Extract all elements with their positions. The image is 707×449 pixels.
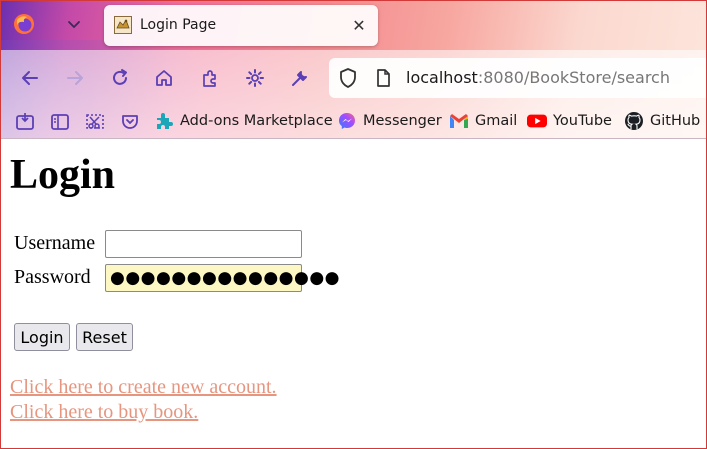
home-button[interactable] (149, 63, 179, 93)
bookmark-addons-marketplace[interactable]: Add-ons Marketplace (154, 109, 333, 133)
url-path: :8080/BookStore/search (477, 68, 670, 87)
bookmark-messenger[interactable]: Messenger (337, 109, 442, 133)
reload-icon (113, 69, 127, 85)
screenshot-icon[interactable] (83, 110, 107, 134)
firefox-logo-icon[interactable] (12, 12, 36, 36)
browser-chrome: Login Page ✕ localhost:8080/BookStore/se… (0, 0, 707, 138)
youtube-icon (527, 111, 547, 131)
bookmark-label: GitHub (650, 113, 701, 129)
arrow-left-icon (22, 71, 38, 85)
tomcat-favicon-icon (114, 16, 132, 34)
url-text[interactable]: localhost:8080/BookStore/search (406, 68, 670, 87)
reset-button[interactable]: Reset (76, 323, 133, 351)
page-icon[interactable] (373, 68, 393, 88)
addons-puzzle-icon (154, 111, 174, 131)
pocket-icon[interactable] (118, 110, 142, 134)
shield-icon[interactable] (337, 67, 359, 89)
address-bar[interactable]: localhost:8080/BookStore/search (329, 58, 707, 98)
puzzle-icon (203, 70, 216, 87)
page-content: Login Username Password ●●●●●●●●●●●●●●● … (0, 139, 707, 449)
developer-tools-button[interactable] (285, 63, 315, 93)
bookmark-label: Add-ons Marketplace (180, 113, 333, 129)
bookmark-gmail[interactable]: Gmail (449, 109, 517, 133)
forward-button[interactable] (60, 63, 90, 93)
reload-button[interactable] (105, 63, 135, 93)
url-host: localhost (406, 68, 478, 87)
gmail-icon (449, 111, 469, 131)
username-label: Username (14, 232, 96, 254)
tab-title: Login Page (140, 17, 217, 33)
password-field[interactable]: ●●●●●●●●●●●●●●● (105, 264, 340, 292)
github-icon (624, 111, 644, 131)
gear-icon (246, 69, 264, 87)
buy-book-link[interactable]: Click here to buy book. (10, 401, 198, 424)
bookmark-github[interactable]: GitHub (624, 109, 700, 133)
username-field[interactable] (105, 230, 302, 258)
chevron-down-icon (68, 21, 80, 29)
bookmark-label: Gmail (475, 113, 518, 129)
settings-button[interactable] (240, 63, 270, 93)
messenger-icon (337, 111, 357, 131)
bookmark-youtube[interactable]: YouTube (527, 109, 612, 133)
tab-login-page[interactable]: Login Page ✕ (104, 5, 378, 46)
list-all-tabs-button[interactable] (58, 10, 90, 40)
home-icon (156, 70, 172, 86)
import-bookmarks-icon[interactable] (13, 110, 37, 134)
login-button[interactable]: Login (14, 323, 70, 351)
bookmark-label: YouTube (553, 113, 612, 129)
sidebar-icon[interactable] (48, 110, 72, 134)
wrench-icon (292, 71, 307, 86)
page-title: Login (10, 152, 116, 198)
extensions-button[interactable] (195, 63, 225, 93)
back-button[interactable] (15, 63, 45, 93)
bookmark-label: Messenger (363, 113, 442, 129)
arrow-right-icon (67, 71, 83, 85)
password-label: Password (14, 266, 91, 288)
tab-close-icon[interactable]: ✕ (348, 14, 370, 36)
create-account-link[interactable]: Click here to create new account. (10, 376, 277, 399)
